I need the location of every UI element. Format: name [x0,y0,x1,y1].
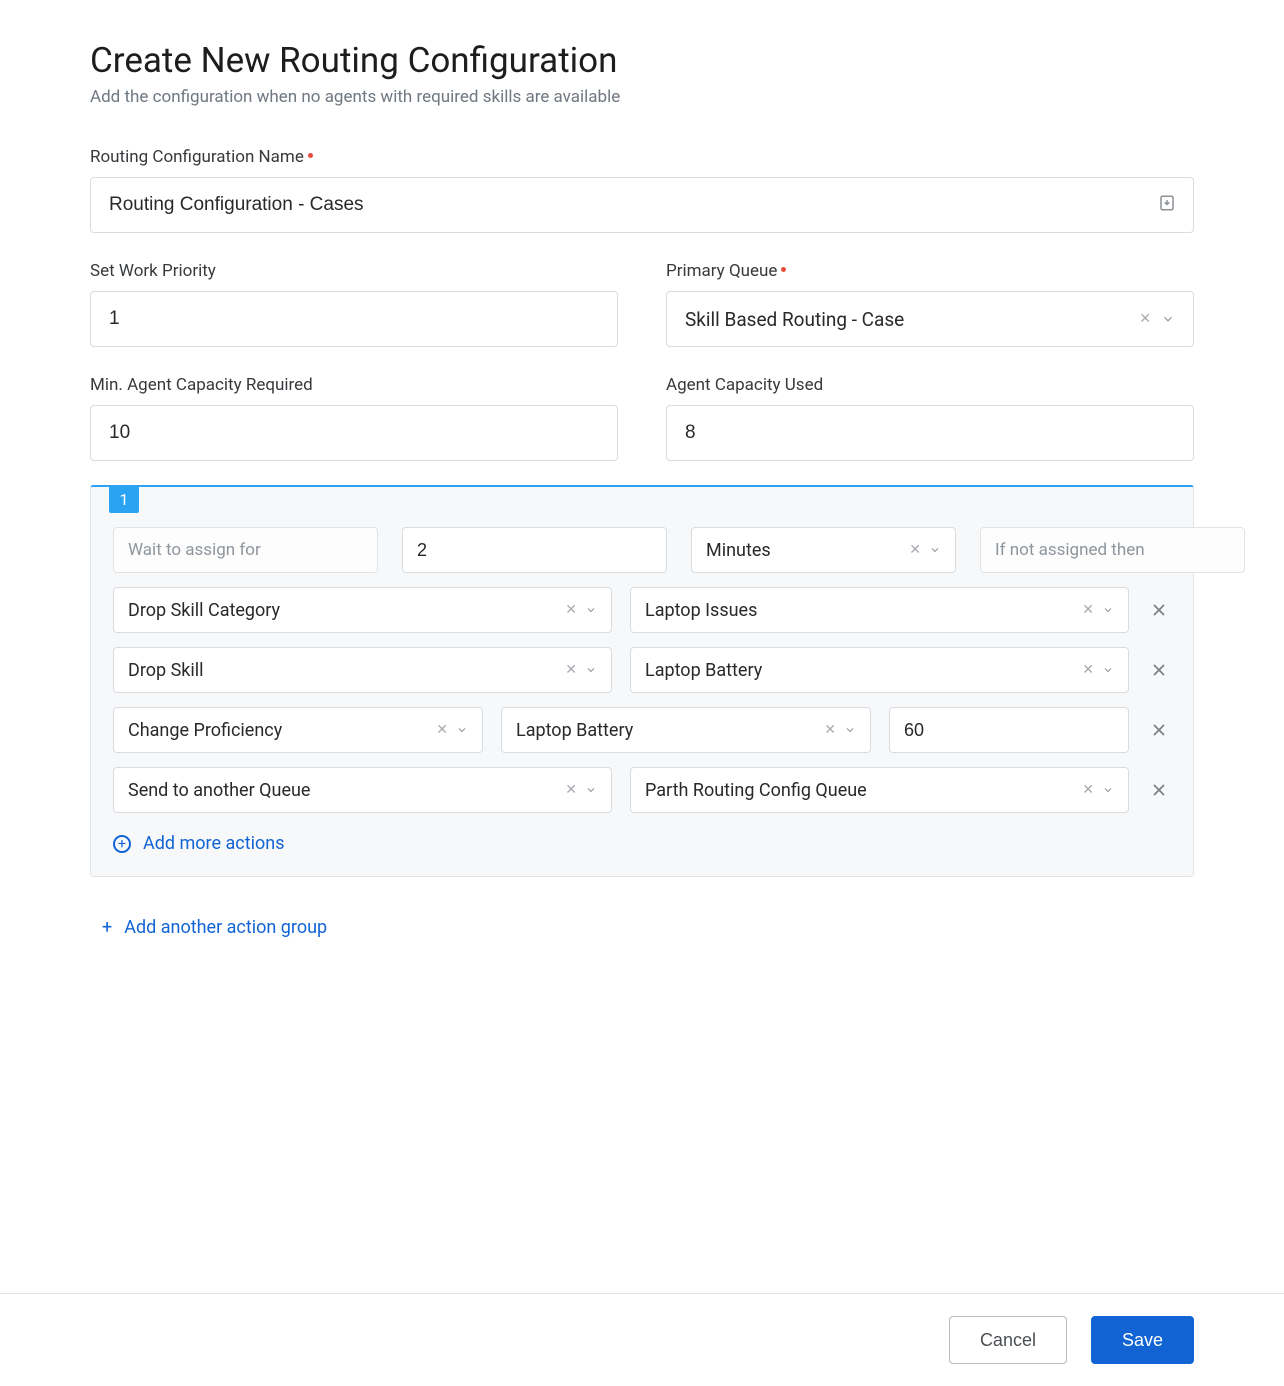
action-type-select[interactable]: Drop Skill Category ✕ [113,587,612,633]
clear-icon[interactable]: ✕ [565,663,577,677]
chevron-down-icon[interactable] [1102,664,1114,676]
remove-action-button[interactable] [1147,660,1171,680]
set-work-priority-label: Set Work Priority [90,261,618,281]
action-group: 1 Wait to assign for Minutes ✕ [90,485,1194,877]
min-capacity-input[interactable] [90,405,618,461]
chevron-down-icon[interactable] [456,724,468,736]
group-badge: 1 [109,485,139,513]
clear-icon[interactable]: ✕ [565,783,577,797]
if-not-assigned-box: If not assigned then [980,527,1245,573]
capacity-used-label: Agent Capacity Used [666,375,1194,395]
save-button[interactable]: Save [1091,1316,1194,1364]
action-type-select[interactable]: Change Proficiency ✕ [113,707,483,753]
action-target-select[interactable]: Parth Routing Config Queue ✕ [630,767,1129,813]
required-indicator-icon [308,153,313,158]
chevron-down-icon[interactable] [585,784,597,796]
clear-icon[interactable]: ✕ [1082,603,1094,617]
primary-queue-select[interactable]: Skill Based Routing - Case ✕ [666,291,1194,347]
action-type-select[interactable]: Drop Skill ✕ [113,647,612,693]
min-capacity-label: Min. Agent Capacity Required [90,375,618,395]
action-target-select[interactable]: Laptop Issues ✕ [630,587,1129,633]
proficiency-value-input[interactable] [889,707,1129,753]
add-more-actions-button[interactable]: + Add more actions [113,833,284,854]
action-type-select[interactable]: Send to another Queue ✕ [113,767,612,813]
plus-circle-icon: + [102,917,112,938]
chevron-down-icon[interactable] [585,664,597,676]
chevron-down-icon[interactable] [1102,784,1114,796]
action-target-select[interactable]: Laptop Battery ✕ [501,707,871,753]
page-subtitle: Add the configuration when no agents wit… [90,87,1194,107]
chevron-down-icon[interactable] [1161,312,1175,326]
page-title: Create New Routing Configuration [90,40,1194,81]
routing-config-name-input[interactable] [90,177,1194,233]
cancel-button[interactable]: Cancel [949,1316,1067,1364]
clear-icon[interactable]: ✕ [565,603,577,617]
wait-value-input[interactable] [402,527,667,573]
clear-icon[interactable]: ✕ [1139,312,1151,326]
set-work-priority-input[interactable] [90,291,618,347]
chevron-down-icon[interactable] [929,544,941,556]
remove-action-button[interactable] [1147,720,1171,740]
capacity-used-input[interactable] [666,405,1194,461]
clear-icon[interactable]: ✕ [1082,783,1094,797]
clear-icon[interactable]: ✕ [909,543,921,557]
remove-action-button[interactable] [1147,600,1171,620]
remove-action-button[interactable] [1147,780,1171,800]
wait-label-box: Wait to assign for [113,527,378,573]
clear-icon[interactable]: ✕ [824,723,836,737]
wait-unit-select[interactable]: Minutes ✕ [691,527,956,573]
routing-config-name-label: Routing Configuration Name [90,147,1194,167]
clear-icon[interactable]: ✕ [1082,663,1094,677]
chevron-down-icon[interactable] [585,604,597,616]
clear-icon[interactable]: ✕ [436,723,448,737]
action-target-select[interactable]: Laptop Battery ✕ [630,647,1129,693]
chevron-down-icon[interactable] [844,724,856,736]
input-helper-icon [1158,194,1176,216]
plus-circle-icon: + [113,835,131,853]
add-action-group-button[interactable]: + Add another action group [102,917,327,938]
primary-queue-label: Primary Queue [666,261,1194,281]
chevron-down-icon[interactable] [1102,604,1114,616]
footer-bar: Cancel Save [0,1293,1284,1386]
required-indicator-icon [781,267,786,272]
